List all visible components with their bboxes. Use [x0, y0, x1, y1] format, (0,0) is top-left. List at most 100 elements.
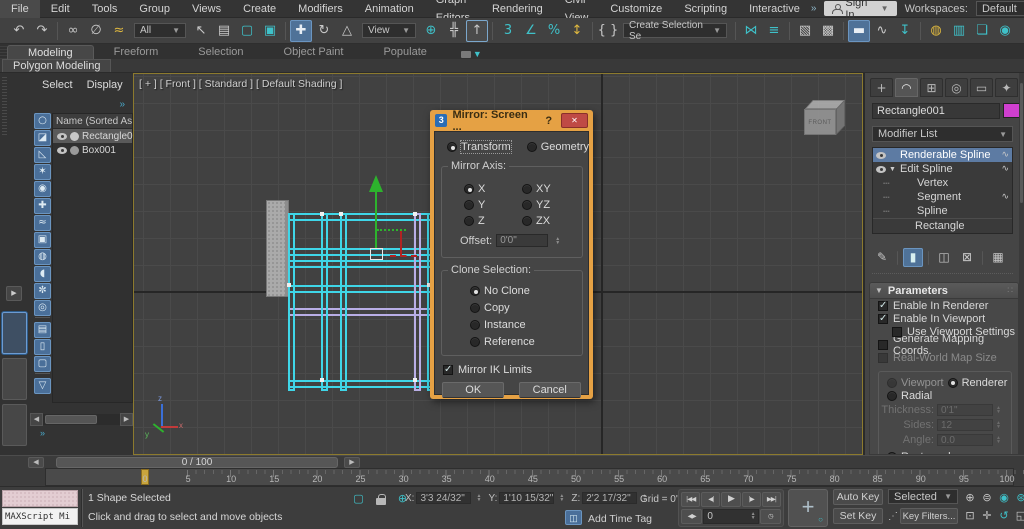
move-gizmo-y-arrow-icon[interactable] — [369, 175, 383, 192]
display-visibility-eye-icon[interactable]: ◎ — [34, 300, 51, 316]
display-none-icon[interactable]: ○ — [34, 113, 51, 129]
modifier-stack-row[interactable]: ▼ Vertex ∿ — [873, 176, 1012, 190]
snaps-toggle-3d-icon[interactable]: 3 — [497, 20, 519, 42]
parameters-rollout-header[interactable]: ▼ Parameters ∷ — [870, 283, 1018, 299]
menu-item[interactable]: Animation — [354, 0, 425, 18]
object-color-swatch[interactable] — [1003, 103, 1020, 118]
menu-item[interactable]: Rendering — [481, 0, 554, 18]
mirror-axis-radio[interactable]: Z — [464, 215, 522, 227]
schematic-view-icon[interactable]: ↧ — [894, 20, 916, 42]
spinner-icon[interactable] — [994, 419, 1003, 431]
maximize-viewport-toggle-icon[interactable]: ◱ — [1013, 507, 1024, 524]
mirror-axis-radio[interactable]: Y — [464, 199, 522, 211]
separator[interactable] — [982, 251, 983, 265]
expand-arrow-icon[interactable]: ▼ — [889, 166, 897, 173]
select-and-link-icon[interactable]: ∞ — [62, 20, 84, 42]
object-name-field[interactable]: Rectangle001 — [872, 103, 1000, 119]
explorer-horizontal-scrollbar[interactable]: ◀ ▶ — [30, 412, 133, 426]
key-mode-dropdown[interactable]: Selected▼ — [888, 489, 958, 504]
viewport-layout-tab[interactable] — [2, 358, 27, 400]
dialog-title-bar[interactable]: 3 Mirror: Screen ... ? ✕ — [434, 110, 589, 131]
select-and-move-icon[interactable]: ✚ — [290, 20, 312, 42]
ribbon-tab[interactable]: Modeling — [7, 45, 94, 59]
spinner-icon[interactable] — [474, 492, 483, 504]
layer-manager-icon[interactable]: ▧ — [794, 20, 816, 42]
undo-icon[interactable]: ↶ — [8, 20, 30, 42]
scene-list-item[interactable]: Box001 — [53, 143, 132, 157]
parameter-checkbox[interactable]: Enable In Viewport — [870, 313, 1018, 325]
add-time-tag-icon[interactable]: ◫ — [565, 510, 582, 525]
dock-grip[interactable] — [2, 75, 7, 135]
named-selection-sets-icon[interactable]: { } — [597, 20, 619, 42]
ribbon-tab[interactable]: Object Paint — [264, 45, 364, 59]
redo-icon[interactable]: ↷ — [31, 20, 53, 42]
visibility-eye-icon[interactable] — [57, 133, 67, 140]
menu-item[interactable]: Modifiers — [287, 0, 354, 18]
display-xrefs-icon[interactable]: ◍ — [34, 249, 51, 265]
isolate-selection-toggle-icon[interactable]: ▢ — [350, 492, 367, 507]
mirror-mode-radio[interactable]: Geometry — [527, 141, 589, 153]
modifier-stack-row[interactable]: ▼ Segment ∿ — [873, 190, 1012, 204]
keyboard-shortcut-override-icon[interactable]: ↑ — [466, 20, 488, 42]
modifier-list-dropdown[interactable]: Modifier List ▼ — [872, 126, 1013, 142]
ribbon-tab[interactable]: Selection — [178, 45, 263, 59]
menu-item[interactable]: Customize — [599, 0, 673, 18]
set-key-button[interactable]: Set Key — [833, 508, 883, 524]
display-groups-icon[interactable]: ▣ — [34, 232, 51, 248]
tab-select[interactable]: Select — [42, 79, 73, 91]
menu-item[interactable]: Group — [128, 0, 181, 18]
expand-panel-arrow-icon[interactable]: ▶ — [6, 286, 22, 301]
key-steps-icon[interactable]: ⋰ — [888, 511, 898, 522]
selection-filter-dropdown[interactable]: All▼ — [134, 23, 186, 38]
sort-list-icon[interactable]: ▤ — [34, 322, 51, 338]
menu-item[interactable]: File — [0, 0, 40, 18]
zoom-extents-all-icon[interactable]: ⊛ — [1013, 489, 1024, 506]
scroll-left-icon[interactable]: ◀ — [30, 413, 43, 426]
next-frame-arrow-icon[interactable]: ▶ — [344, 457, 360, 468]
scene-list-item[interactable]: Rectangle001 — [53, 129, 132, 143]
make-unique-icon[interactable]: ◫ — [934, 248, 954, 267]
display-space-warps-icon[interactable]: ≈ — [34, 215, 51, 231]
visibility-eye-icon[interactable] — [57, 147, 67, 154]
bind-to-space-warp-icon[interactable]: ≈ — [108, 20, 130, 42]
panel-scrollbar[interactable] — [1019, 73, 1024, 455]
scene-explorer-layers-icon[interactable]: ▩ — [817, 20, 839, 42]
viewport-layout-tab[interactable] — [2, 312, 27, 354]
modifier-stack-row[interactable]: ▼ Edit Spline ∿ — [873, 162, 1012, 176]
curve-editor-icon[interactable]: ∿ — [871, 20, 893, 42]
mirror-axis-radio[interactable]: ZX — [522, 215, 580, 227]
remove-modifier-icon[interactable]: ⊠ — [957, 248, 977, 267]
align-icon[interactable]: ≡ — [763, 20, 785, 42]
go-to-start-icon[interactable]: |◀◀ — [681, 492, 700, 507]
renderer-radio[interactable]: Renderer — [948, 377, 1008, 389]
time-slider-thumb[interactable]: 0 / 100 — [56, 457, 338, 468]
parameter-field[interactable]: Angle: 0.0 — [879, 433, 1011, 447]
named-selection-set-dropdown[interactable]: Create Selection Se▼ — [623, 23, 727, 38]
spinner-icon[interactable] — [994, 434, 1003, 446]
percent-snap-icon[interactable]: % — [543, 20, 565, 42]
maxscript-mini-listener-input[interactable]: MAXScript Mi — [2, 508, 78, 525]
modifier-stack-row[interactable]: ▼ Rectangle ∿ — [873, 218, 1012, 232]
parameter-checkbox[interactable]: Real-World Map Size — [870, 352, 1018, 364]
motion-tab-icon[interactable]: ◎ — [945, 78, 968, 97]
clone-option-radio[interactable]: Instance — [470, 319, 582, 331]
coordinate-field[interactable]: X: 3'3 24/32" — [405, 492, 483, 504]
create-tab-icon[interactable]: + — [870, 78, 893, 97]
selection-lock-toggle-icon[interactable] — [376, 494, 386, 505]
hierarchy-tab-icon[interactable]: ⊞ — [920, 78, 943, 97]
next-frame-icon[interactable]: |▶ — [742, 492, 761, 507]
key-filters-button[interactable]: Key Filters... — [900, 508, 958, 524]
sign-in-button[interactable]: Sign In ▼ — [824, 1, 896, 16]
rectangular-selection-region-icon[interactable]: ▢ — [236, 20, 258, 42]
select-object-icon[interactable]: ↖ — [190, 20, 212, 42]
auto-key-button[interactable]: Auto Key — [833, 489, 883, 505]
menu-overflow-icon[interactable]: » — [811, 3, 817, 14]
current-frame-field[interactable]: 0 — [703, 509, 758, 524]
menu-item[interactable]: Views — [181, 0, 232, 18]
zoom-icon[interactable]: ⊕ — [962, 489, 978, 506]
orbit-icon[interactable]: ↺ — [996, 507, 1012, 524]
window-crossing-icon[interactable]: ▣ — [259, 20, 281, 42]
viewport-layout-tab[interactable] — [2, 404, 27, 446]
scroll-right-icon[interactable]: ▶ — [120, 413, 133, 426]
pan-view-icon[interactable]: ✛ — [979, 507, 995, 524]
